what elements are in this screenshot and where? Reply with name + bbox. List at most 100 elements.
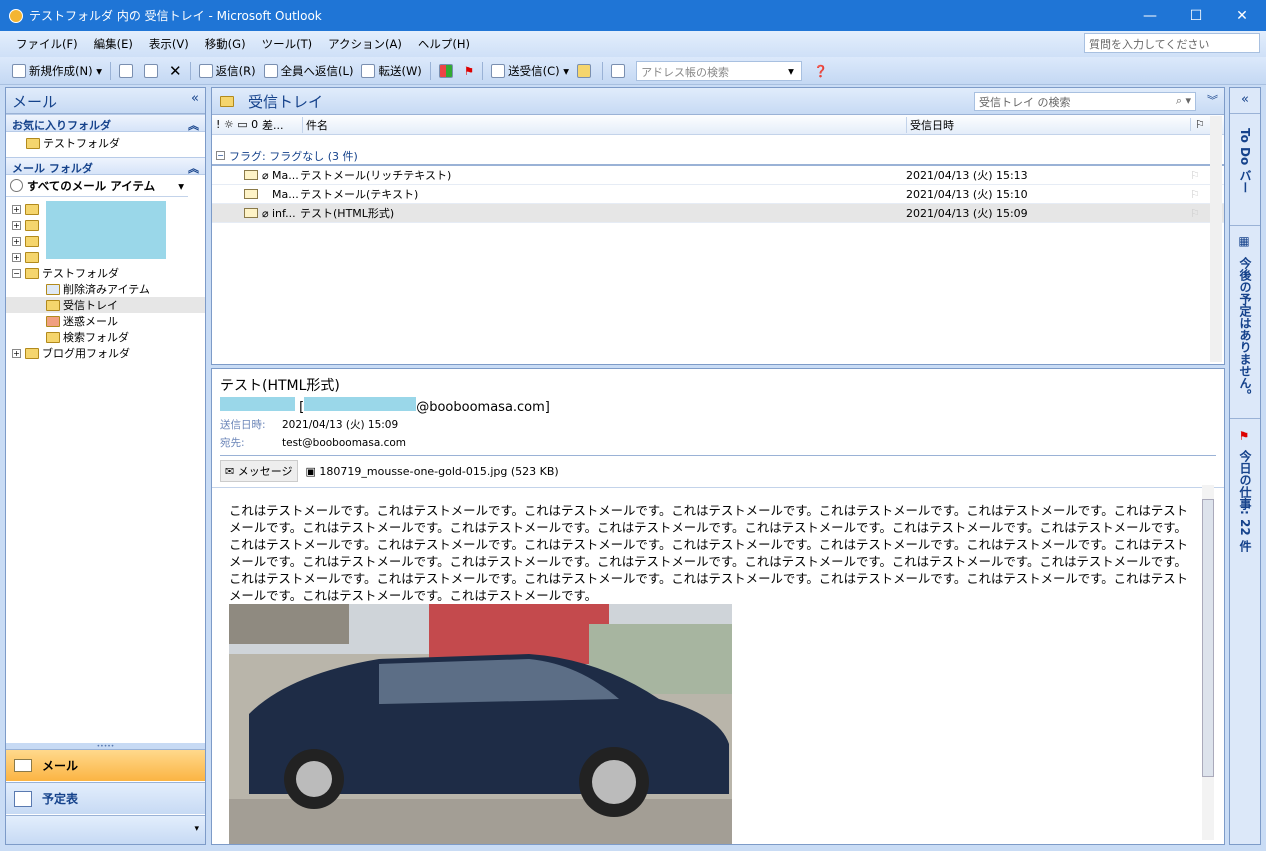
flag-icon[interactable]: ⚐ (1190, 169, 1200, 182)
scrollbar-thumb[interactable] (1202, 499, 1214, 777)
help-button[interactable]: ❓ (810, 59, 832, 83)
expand-search-button[interactable]: ︾ (1207, 92, 1218, 108)
maximize-button[interactable]: ☐ (1173, 0, 1219, 31)
list-scrollbar[interactable] (1210, 116, 1222, 362)
group-header[interactable]: − フラグ: フラグなし (3 件) (212, 147, 1224, 166)
favorites-list: テストフォルダ (6, 132, 205, 157)
message-row[interactable]: Ma... テストメール(テキスト) 2021/04/13 (火) 15:10 ⚐ (212, 185, 1224, 204)
move-button[interactable] (140, 59, 165, 83)
reply-all-button[interactable]: 全員へ返信(L) (260, 59, 358, 83)
expand-icon[interactable]: + (12, 348, 21, 358)
delete-button[interactable]: ✕ (165, 59, 186, 83)
find-button[interactable] (573, 59, 598, 83)
folder-item-inbox[interactable]: 受信トレイ (6, 297, 205, 313)
folder-icon (25, 235, 39, 247)
nav-button-mail[interactable]: メール (6, 749, 205, 781)
send-receive-icon (491, 63, 506, 78)
nav-collapse-button[interactable]: « (191, 91, 199, 106)
nav-button-calendar[interactable]: 予定表 (6, 782, 205, 814)
inbox-search-input[interactable]: 受信トレイ の検索 ⌕ ▾ (974, 92, 1196, 111)
all-mail-items-selector[interactable]: すべてのメール アイテム ▾ (6, 175, 188, 197)
help-search-input[interactable]: 質問を入力してください (1084, 33, 1260, 53)
configure-buttons-menu[interactable]: ▾ (6, 815, 205, 844)
flag-icon: ⚑ (1237, 429, 1251, 444)
reading-pane: テスト(HTML形式) [@booboomasa.com] 送信日時: 2021/… (211, 368, 1225, 845)
reply-button[interactable]: 返信(R) (195, 59, 260, 83)
inbox-icon (46, 299, 60, 311)
tasks-section[interactable]: ⚑ 今日の仕事: 22 件 (1230, 418, 1260, 555)
message-row[interactable]: ⌀ Ma... テストメール(リッチテキスト) 2021/04/13 (火) 15:1… (212, 166, 1224, 185)
message-subject: テスト(HTML形式) (300, 207, 395, 220)
favorite-folder-label: テストフォルダ (43, 137, 120, 150)
message-tab[interactable]: ✉ メッセージ (220, 460, 298, 482)
favorites-header[interactable]: お気に入りフォルダ ︽ (6, 114, 205, 132)
address-book-search-input[interactable]: アドレス帳の検索 (636, 60, 803, 81)
folder-icon (25, 347, 39, 359)
expand-icon[interactable]: + (12, 204, 21, 214)
icon-columns-header[interactable]: ! ☼ ▭ 0 (212, 118, 262, 131)
message-tab-label: メッセージ (237, 465, 293, 478)
collapse-icon[interactable]: − (12, 268, 21, 278)
flag-button[interactable]: ⚑ (460, 59, 478, 83)
print-button[interactable] (115, 59, 140, 83)
column-headers: ! ☼ ▭ 0 差... 件名 受信日時 ⚐ (212, 115, 1224, 135)
address-search-dropdown[interactable]: ▾ (784, 59, 798, 83)
categorize-button[interactable] (435, 59, 460, 83)
all-mail-items-label: すべてのメール アイテム (27, 178, 156, 193)
car-photo (229, 604, 732, 844)
appointments-section[interactable]: ▦ 今後の予定はありません。 (1230, 225, 1260, 404)
folder-label: 検索フォルダ (63, 331, 129, 344)
reply-icon (198, 63, 213, 78)
menu-view[interactable]: 表示(V) (141, 36, 197, 52)
menu-file[interactable]: ファイル(F) (8, 36, 86, 52)
favorites-header-label: お気に入りフォルダ (12, 119, 111, 132)
message-row-selected[interactable]: ⌀ inf... テスト(HTML形式) 2021/04/13 (火) 15:09 ⚐ (212, 204, 1224, 223)
folder-item-blog[interactable]: + ブログ用フォルダ (12, 345, 205, 361)
message-sender: [@booboomasa.com] (220, 397, 1216, 415)
expand-icon[interactable]: + (12, 220, 21, 230)
flag-column-icon[interactable]: ⚐ (1190, 118, 1210, 131)
body-scrollbar[interactable] (1202, 485, 1214, 840)
collapse-group-icon[interactable]: − (216, 151, 225, 160)
outlook-icon (9, 8, 23, 23)
favorite-folder-item[interactable]: テストフォルダ (26, 135, 205, 151)
mail-folders-header[interactable]: メール フォルダ ︽ (6, 157, 205, 175)
menu-help[interactable]: ヘルプ(H) (410, 36, 478, 52)
attachment-icon: ⌀ (262, 168, 269, 182)
search-folder-icon (46, 331, 60, 343)
title-bar: テストフォルダ 内の 受信トレイ - Microsoft Outlook — ☐… (0, 0, 1266, 31)
no-appointments-label: 今後の予定はありません。 (1238, 257, 1252, 402)
todo-expand-button[interactable]: « (1230, 88, 1260, 114)
expand-icon[interactable]: + (12, 236, 21, 246)
received-column-header[interactable]: 受信日時 (906, 116, 1190, 133)
menu-bar: ファイル(F) 編集(E) 表示(V) 移動(G) ツール(T) アクション(A… (0, 31, 1266, 57)
close-button[interactable]: ✕ (1219, 0, 1265, 31)
folder-item-deleted[interactable]: 削除済みアイテム (12, 281, 205, 297)
flag-icon[interactable]: ⚐ (1190, 188, 1200, 201)
chevron-up-icon: ︽ (188, 119, 199, 132)
expand-icon[interactable]: + (12, 252, 21, 262)
todo-bar-label[interactable]: To Do バー (1230, 114, 1254, 193)
subject-column-header[interactable]: 件名 (302, 116, 906, 133)
from-column-header[interactable]: 差... (262, 117, 302, 133)
minimize-button[interactable]: — (1127, 0, 1173, 31)
forward-button[interactable]: 転送(W) (357, 59, 425, 83)
flag-icon[interactable]: ⚐ (1190, 207, 1200, 220)
folder-item-junk[interactable]: 迷惑メール (12, 313, 205, 329)
menu-tools[interactable]: ツール(T) (254, 36, 321, 52)
reply-label: 返信(R) (215, 63, 256, 78)
folder-tree: + + + + − テストフォルダ 削除済みアイテム 受信トレイ 迷惑メール 検索… (6, 197, 205, 361)
nav-title: メール (12, 93, 58, 111)
folder-item-test[interactable]: − テストフォルダ (12, 265, 205, 281)
send-receive-button[interactable]: 送受信(C) ▾ (487, 59, 573, 83)
folder-item-search[interactable]: 検索フォルダ (12, 329, 205, 345)
menu-actions[interactable]: アクション(A) (320, 36, 410, 52)
menu-go[interactable]: 移動(G) (197, 36, 254, 52)
message-header: テスト(HTML形式) [@booboomasa.com] 送信日時: 2021/… (212, 369, 1224, 482)
address-book-button[interactable] (607, 59, 632, 83)
attachment-file[interactable]: ▣ 180719_mousse-one-gold-015.jpg (523 KB… (298, 463, 567, 480)
new-button[interactable]: 新規作成(N) ▾ (8, 59, 106, 83)
menu-edit[interactable]: 編集(E) (86, 36, 141, 52)
search-icon[interactable]: ⌕ ▾ (1176, 94, 1191, 108)
